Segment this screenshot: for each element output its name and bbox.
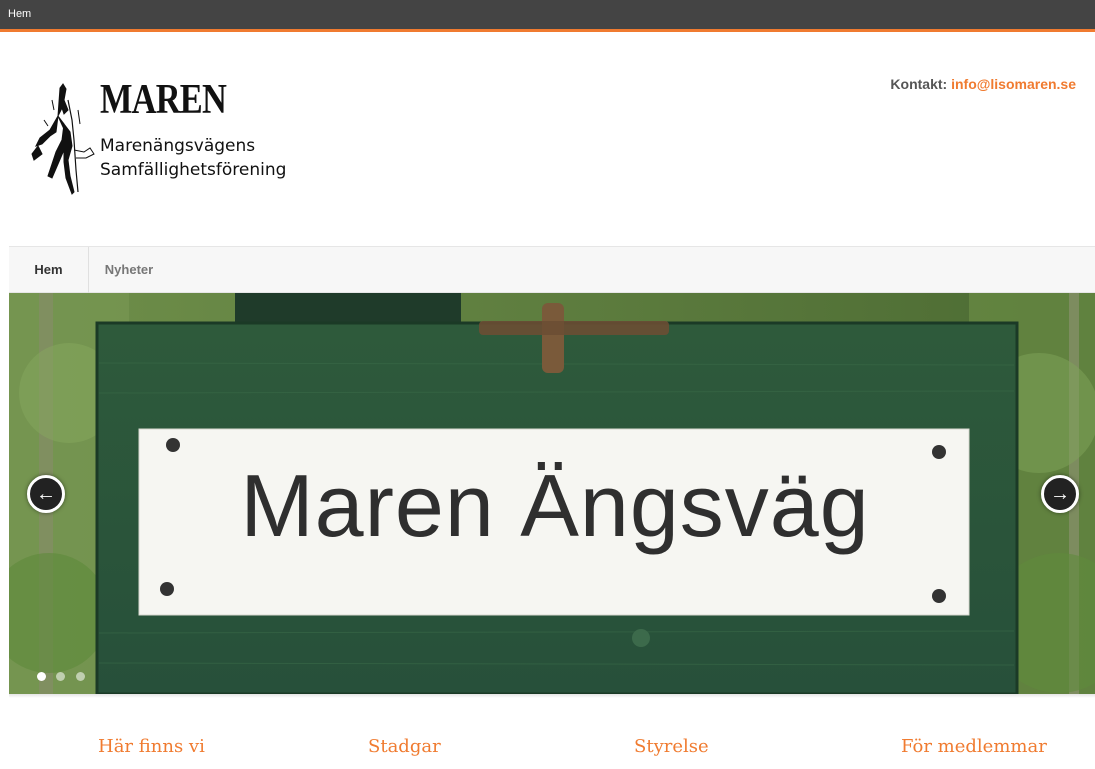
slideshow-indicators (37, 668, 91, 681)
link-stadgar[interactable]: Stadgar (368, 736, 441, 757)
logo-subtitle-line2: Samfällighetsförening (100, 160, 287, 180)
link-har-finns-vi[interactable]: Här finns vi (98, 736, 205, 757)
contact-info: Kontakt: info@lisomaren.se (890, 76, 1076, 92)
feature-links: Här finns vi Stadgar Styrelse För medlem… (0, 736, 1095, 766)
top-bar: Hem (0, 0, 1095, 32)
slide-indicator-3[interactable] (75, 672, 85, 681)
nav-item-nyheter[interactable]: Nyheter (89, 247, 169, 293)
link-for-medlemmar[interactable]: För medlemmar (901, 736, 1047, 757)
sign-text: Maren Ängsväg (240, 456, 870, 555)
logo-title: MAREN (100, 77, 227, 123)
slideshow-prev-button[interactable]: ← (27, 475, 65, 513)
slide-indicator-1[interactable] (37, 672, 46, 681)
arrow-right-icon: → (1050, 483, 1070, 505)
contact-label: Kontakt: (890, 76, 948, 92)
hero-divider (9, 694, 1095, 698)
ski-jumper-logo-icon (31, 83, 95, 195)
slideshow-next-button[interactable]: → (1041, 475, 1079, 513)
nav-item-hem[interactable]: Hem (9, 247, 89, 293)
link-styrelse[interactable]: Styrelse (634, 736, 709, 757)
arrow-left-icon: ← (36, 483, 56, 505)
main-nav: Hem Nyheter (9, 246, 1095, 293)
contact-email-link[interactable]: info@lisomaren.se (951, 76, 1076, 92)
breadcrumb[interactable]: Hem (8, 8, 31, 20)
site-logo[interactable]: MAREN Marenängsvägens Samfällighetsfören… (28, 76, 318, 196)
logo-subtitle-line1: Marenängsvägens (100, 136, 256, 156)
